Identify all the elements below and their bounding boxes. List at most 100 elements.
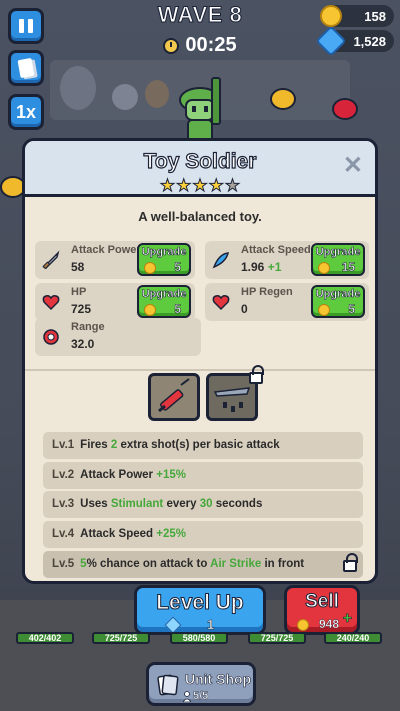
target-icon <box>43 329 59 345</box>
stat-label: HP Regen <box>241 286 293 298</box>
perk-highlight: Stimulant <box>110 498 164 510</box>
perk-highlight: +15% <box>156 469 186 481</box>
gem-icon <box>164 616 182 634</box>
stat-hp: HP 725 Upgrade 5 <box>35 283 195 321</box>
cards-icon <box>157 674 179 696</box>
clock-icon <box>163 37 180 54</box>
stat-attack-speed: Attack Speed 1.96 +1 Upgrade 15 <box>205 241 369 279</box>
speed-feather-icon <box>212 252 229 269</box>
lock-icon <box>343 553 358 572</box>
stat-range: Range 32.0 <box>35 318 201 356</box>
speed-toggle-button[interactable]: 1x <box>8 94 44 130</box>
item-slot-stimulant[interactable] <box>148 373 200 421</box>
unit-detail-modal: Toy Soldier ★ ★ ★ ★ ★ ✕ A well-balanced toy.… <box>22 138 378 584</box>
star-filled-icon: ★ <box>159 176 176 195</box>
perk-level: Lv.5 <box>52 558 75 570</box>
coin-counter: 158 <box>320 5 394 27</box>
perk-level-3: Lv.3 Uses Stimulant every 30 seconds <box>43 491 363 518</box>
upgrade-cost: 5 <box>174 260 181 275</box>
cards-icon <box>17 57 35 79</box>
perk-text: Fires <box>80 439 111 451</box>
unit-shop-label: Unit Shop <box>185 671 252 688</box>
perk-level: Lv.3 <box>52 498 75 510</box>
perk-highlight: 30 <box>199 498 213 510</box>
perk-text: in front <box>261 558 305 570</box>
stat-value: 725 <box>71 302 92 316</box>
upgrade-attack-power-button[interactable]: Upgrade 5 <box>137 243 191 276</box>
stat-value: 1.96 +1 <box>241 260 281 274</box>
level-up-button[interactable]: Level Up 1 <box>134 585 266 635</box>
sell-button[interactable]: Sell 948 + <box>284 585 360 635</box>
lock-icon <box>249 365 264 384</box>
plus-icon: + <box>342 610 352 628</box>
upgrade-label: Upgrade <box>315 246 361 259</box>
background-toy <box>145 80 169 108</box>
upgrade-label: Upgrade <box>141 288 187 301</box>
upgrade-attack-speed-button[interactable]: Upgrade 15 <box>311 243 365 276</box>
item-slot-air-strike[interactable] <box>206 365 264 421</box>
unit-shop-button[interactable]: Unit Shop 5/5 <box>146 662 256 706</box>
stat-bonus: +1 <box>267 260 282 274</box>
upgrade-label: Upgrade <box>315 288 361 301</box>
speed-label: 1x <box>15 101 37 122</box>
stat-label: HP <box>71 286 87 298</box>
coin-icon <box>318 262 330 274</box>
level-up-label: Level Up <box>156 591 245 615</box>
toy-soldier-sprite <box>179 77 221 143</box>
perk-text: Attack Power <box>80 469 157 481</box>
perk-highlight: Air Strike <box>210 558 262 570</box>
perk-level-1: Lv.1 Fires 2 extra shot(s) per basic atta… <box>43 432 363 459</box>
stat-value: 0 <box>241 302 248 316</box>
perk-level: Lv.2 <box>52 469 75 481</box>
perk-level-2: Lv.2 Attack Power +15% <box>43 462 363 489</box>
stat-hp-regen: HP Regen 0 Upgrade 5 <box>205 283 369 321</box>
stat-label: Attack Speed <box>241 244 311 256</box>
perk-level: Lv.4 <box>52 528 75 540</box>
star-filled-icon: ★ <box>176 176 192 195</box>
unit-description: A well-balanced toy. <box>138 209 262 224</box>
upgrade-hp-button[interactable]: Upgrade 5 <box>137 285 191 318</box>
upgrade-cost: 5 <box>174 302 181 317</box>
coin-icon <box>297 619 309 631</box>
perk-level-4: Lv.4 Attack Speed +25% <box>43 521 363 548</box>
enemy-virus <box>332 98 358 120</box>
gem-counter: 1,528 <box>315 25 394 57</box>
stat-label: Attack Power <box>71 244 141 256</box>
level-up-cost: 1 <box>207 617 215 633</box>
star-filled-icon: ★ <box>208 176 224 195</box>
perk-text: Attack Speed <box>80 528 157 540</box>
upgrade-cost: 15 <box>341 260 355 275</box>
upgrade-hp-regen-button[interactable]: Upgrade 5 <box>311 285 365 318</box>
unit-hp-bar: 240/240 <box>324 632 382 644</box>
perk-text: % chance on attack to <box>86 558 211 570</box>
star-filled-icon: ★ <box>192 176 208 195</box>
star-empty-icon: ★ <box>224 176 241 195</box>
timer-value: 00:25 <box>185 34 237 56</box>
stat-value: 58 <box>71 260 85 274</box>
background-toy <box>60 66 96 110</box>
perk-text: extra shot(s) per basic attack <box>117 439 280 451</box>
perk-highlight: +25% <box>156 528 186 540</box>
stat-attack-power: Attack Power 58 Upgrade 5 <box>35 241 195 279</box>
sell-value: 948 <box>319 617 340 631</box>
section-divider <box>25 369 375 371</box>
heart-regen-icon <box>212 295 230 311</box>
stimulant-syringe-icon <box>158 378 190 413</box>
gem-value: 1,528 <box>353 33 386 49</box>
heart-icon <box>42 295 60 311</box>
coin-icon <box>320 5 342 27</box>
perk-text: Uses <box>80 498 111 510</box>
unit-hp-bar: 402/402 <box>16 632 74 644</box>
sword-icon <box>42 250 60 270</box>
coin-value: 158 <box>364 8 386 24</box>
perk-level-5: Lv.5 5% chance on attack to Air Strike in… <box>43 551 363 578</box>
close-icon[interactable]: ✕ <box>343 151 363 180</box>
perk-level: Lv.1 <box>52 439 75 451</box>
stat-label: Range <box>71 321 105 333</box>
unit-hp-bar: 580/580 <box>170 632 228 644</box>
unit-hp-bar: 725/725 <box>248 632 306 644</box>
stat-value: 32.0 <box>71 337 95 351</box>
enemy-virus <box>270 88 296 110</box>
upgrade-cost: 5 <box>348 302 355 317</box>
upgrade-label: Upgrade <box>141 246 187 259</box>
